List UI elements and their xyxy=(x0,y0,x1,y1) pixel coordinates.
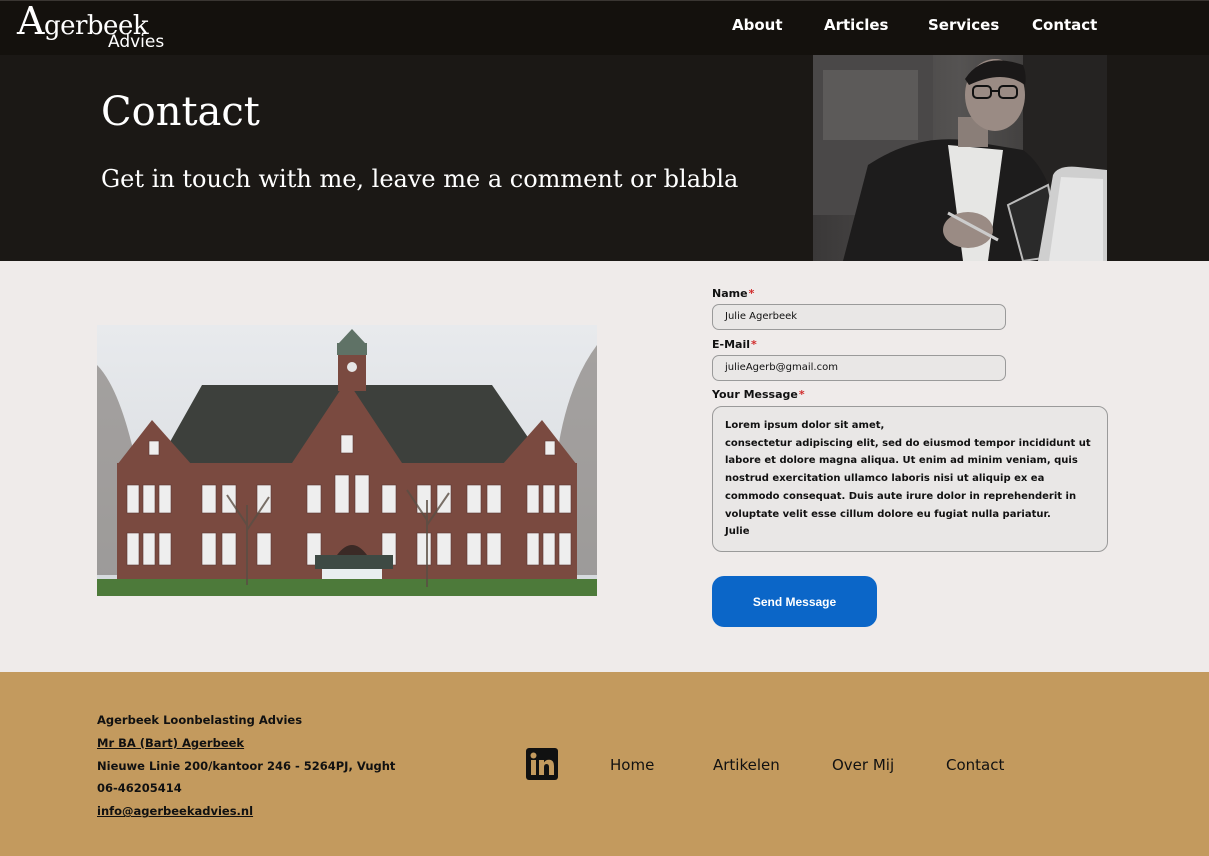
nav-articles[interactable]: Articles xyxy=(824,16,888,34)
nav-services[interactable]: Services xyxy=(928,16,999,34)
contact-section: Name* Julie Agerbeek E-Mail* julieAgerb@… xyxy=(0,261,1209,672)
message-label: Your Message* xyxy=(712,388,805,401)
street-address: Nieuwe Linie 200/kantoor 246 - 5264PJ, V… xyxy=(97,758,396,773)
email-label: E-Mail* xyxy=(712,338,757,351)
footer-link-over-mij[interactable]: Over Mij xyxy=(832,756,894,774)
footer-contact-info: Agerbeek Loonbelasting Advies Mr BA (Bar… xyxy=(97,709,395,823)
person-link[interactable]: Mr BA (Bart) Agerbeek xyxy=(97,736,244,750)
page-title: Contact xyxy=(101,89,260,135)
phone-number: 06-46205414 xyxy=(97,781,182,796)
footer-link-contact[interactable]: Contact xyxy=(946,756,1004,774)
top-navbar: Agerbeek Advies About Articles Services … xyxy=(0,0,1209,55)
footer-link-artikelen[interactable]: Artikelen xyxy=(713,756,780,774)
nav-about[interactable]: About xyxy=(732,16,783,34)
linkedin-icon[interactable] xyxy=(526,748,558,780)
email-link[interactable]: info@agerbeekadvies.nl xyxy=(97,804,253,818)
name-label: Name* xyxy=(712,287,755,300)
page-subtitle: Get in touch with me, leave me a comment… xyxy=(101,165,739,193)
building-photo xyxy=(97,325,597,596)
main-menu: About Articles Services Contact xyxy=(0,16,1209,36)
footer-link-home[interactable]: Home xyxy=(610,756,654,774)
company-name: Agerbeek Loonbelasting Advies xyxy=(97,713,303,727)
send-message-button[interactable]: Send Message xyxy=(712,576,877,627)
portrait-photo xyxy=(813,55,1107,261)
hero-banner: Contact Get in touch with me, leave me a… xyxy=(0,55,1209,261)
name-input[interactable]: Julie Agerbeek xyxy=(712,304,1006,330)
nav-contact[interactable]: Contact xyxy=(1032,16,1097,34)
email-input[interactable]: julieAgerb@gmail.com xyxy=(712,355,1006,381)
site-footer: Agerbeek Loonbelasting Advies Mr BA (Bar… xyxy=(0,672,1209,856)
message-textarea[interactable]: Lorem ipsum dolor sit amet, consectetur … xyxy=(712,406,1108,552)
